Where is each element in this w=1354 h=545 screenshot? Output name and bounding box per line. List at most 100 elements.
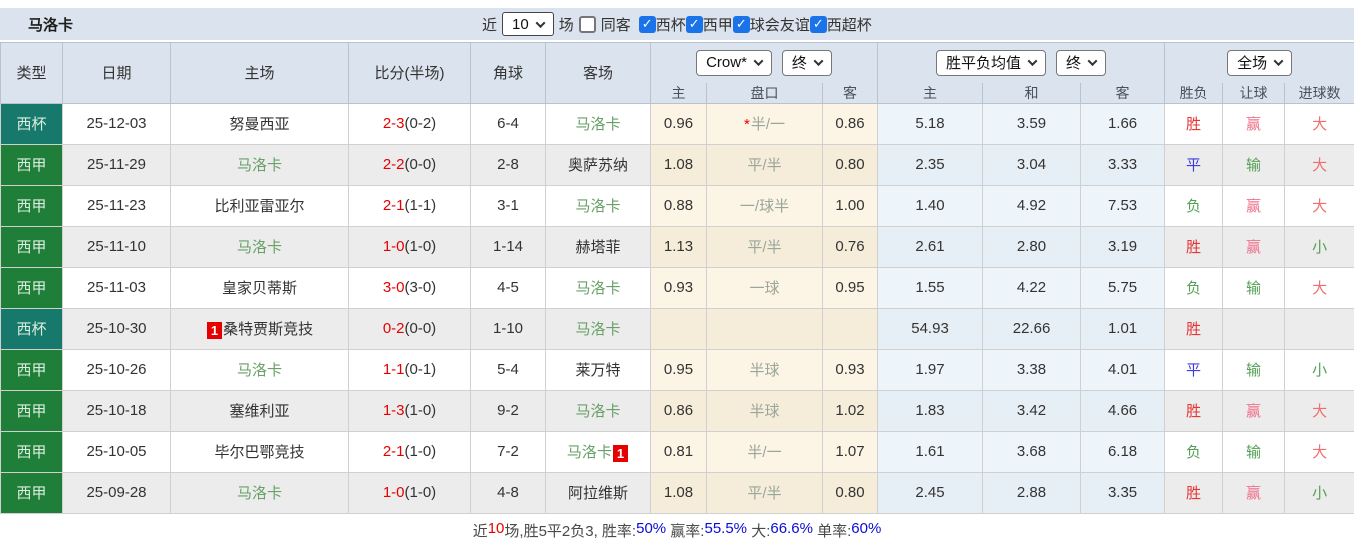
away-team-cell: 奥萨苏纳	[545, 143, 651, 186]
league-checkbox-4[interactable]	[809, 15, 827, 33]
match-row: 西甲 25-11-29 马洛卡 2-2(0-0) 2-8 奥萨苏纳 1.08 平/半 0.80 2…	[0, 143, 1354, 186]
league-checkbox-3[interactable]	[732, 15, 750, 33]
result-cell: 胜	[1164, 471, 1224, 514]
asia-home-odds-cell: 0.95	[650, 348, 707, 391]
handicap-result-cell: 输	[1222, 143, 1286, 186]
match-row: 西甲 25-09-28 马洛卡 1-0(1-0) 4-8 阿拉维斯 1.08 平/半 0.80 2…	[0, 471, 1354, 514]
half-score: (1-0)	[404, 402, 437, 419]
away-team-name: 马洛卡	[575, 198, 621, 215]
euro-draw-odds-cell: 22.66	[982, 307, 1082, 350]
sub-header-asia-away: 客	[821, 82, 879, 104]
bookmaker-select[interactable]: Crow*	[696, 49, 772, 76]
match-history-table: 类型 日期 主场 比分(半场) 角球 客场 Crow* 终 胜平负均值 终 全场…	[0, 42, 1354, 514]
euro-home-odds-cell: 1.83	[877, 389, 984, 432]
euro-draw-odds-cell: 3.04	[982, 143, 1082, 186]
score-cell: 2-2(0-0)	[348, 143, 471, 186]
euro-draw-odds-cell: 4.22	[982, 266, 1082, 309]
half-score: (0-0)	[404, 156, 437, 173]
away-team-name: 赫塔菲	[575, 239, 621, 256]
sub-header-handicap: 盘口	[706, 82, 823, 104]
euro-home-odds-cell: 1.61	[877, 430, 984, 473]
result-cell: 胜	[1164, 389, 1224, 432]
handicap-cell: 半球	[706, 389, 823, 432]
home-team-cell: 1 桑特贾斯竞技	[170, 307, 349, 350]
sub-header-euro-away: 客	[1080, 82, 1166, 104]
full-score: 0-2	[382, 320, 405, 337]
summary-segment: 场,胜5平2负3, 胜率:	[504, 523, 637, 540]
corner-cell: 3-1	[470, 184, 546, 227]
away-team-cell: 马洛卡	[545, 184, 651, 227]
same-venue-checkbox[interactable]	[578, 15, 596, 33]
euro-away-odds-cell: 3.19	[1080, 225, 1166, 268]
summary-segment: 66.6%	[770, 520, 813, 537]
result-cell: 平	[1164, 348, 1224, 391]
handicap-result-cell: 赢	[1222, 184, 1286, 227]
asia-home-odds-cell: 1.13	[650, 225, 707, 268]
team-matches-page: 马洛卡 近 10 场 同客 西杯西甲球会友谊西超杯 类型 日期 主场 比分(半	[0, 0, 1354, 545]
euro-odds-time-select[interactable]: 终	[1056, 49, 1107, 76]
euro-away-odds-cell: 3.33	[1080, 143, 1166, 186]
full-score: 2-2	[382, 156, 405, 173]
euro-away-odds-cell: 1.01	[1080, 307, 1166, 350]
handicap-cell	[706, 307, 823, 350]
euro-company-select[interactable]: 胜平负均值	[936, 49, 1047, 76]
match-type-cell: 西杯	[0, 102, 63, 145]
full-score: 1-0	[382, 238, 405, 255]
match-type-cell: 西甲	[0, 225, 63, 268]
result-cell: 平	[1164, 143, 1224, 186]
euro-away-odds-cell: 3.35	[1080, 471, 1166, 514]
half-score: (1-0)	[404, 238, 437, 255]
league-checkbox-2[interactable]	[685, 15, 703, 33]
chevron-down-icon	[753, 56, 764, 67]
euro-home-odds-cell: 1.40	[877, 184, 984, 227]
home-team-cell: 马洛卡	[170, 471, 349, 514]
match-row: 西甲 25-11-03 皇家贝蒂斯 3-0(3-0) 4-5 马洛卡 0.93 一球 0.95 1…	[0, 266, 1354, 309]
scope-select[interactable]: 全场	[1227, 49, 1293, 76]
match-row: 西甲 25-10-18 塞维利亚 1-3(1-0) 9-2 马洛卡 0.86 半球 1.02 1.…	[0, 389, 1354, 432]
corner-cell: 5-4	[470, 348, 546, 391]
asia-home-odds-cell: 1.08	[650, 471, 707, 514]
euro-home-odds-cell: 54.93	[877, 307, 984, 350]
home-team-cell: 马洛卡	[170, 225, 349, 268]
asia-away-odds-cell: 0.80	[821, 143, 879, 186]
home-team-cell: 马洛卡	[170, 348, 349, 391]
euro-away-odds-cell: 5.75	[1080, 266, 1166, 309]
away-team-name: 马洛卡	[575, 403, 621, 420]
summary-segment: 55.5%	[704, 520, 748, 537]
asia-home-odds-cell: 0.93	[650, 266, 707, 309]
date-cell: 25-12-03	[62, 102, 171, 145]
col-header-corner: 角球	[470, 42, 546, 104]
corner-cell: 7-2	[470, 430, 546, 473]
euro-odds-header-group: 胜平负均值 终	[877, 42, 1166, 83]
sub-header-euro-draw: 和	[982, 82, 1082, 104]
league-checkbox-1[interactable]	[638, 15, 656, 33]
result-cell: 负	[1164, 184, 1224, 227]
recent-count-select[interactable]: 10	[502, 12, 554, 36]
handicap-cell: 一/球半	[706, 184, 823, 227]
away-team-cell: 马洛卡	[545, 102, 651, 145]
match-type-cell: 西杯	[0, 307, 63, 350]
corner-cell: 6-4	[470, 102, 546, 145]
euro-draw-odds-cell: 3.59	[982, 102, 1082, 145]
chevron-down-icon	[1087, 56, 1098, 67]
asia-away-odds-cell: 0.95	[821, 266, 879, 309]
chevron-down-icon	[535, 17, 546, 28]
match-row: 西甲 25-10-26 马洛卡 1-1(0-1) 5-4 莱万特 0.95 半球 0.93 1.9…	[0, 348, 1354, 391]
asia-away-odds-cell: 0.76	[821, 225, 879, 268]
sub-header-asia-home: 主	[650, 82, 707, 104]
handicap-cell: 半球	[706, 348, 823, 391]
asia-away-odds-cell: 0.93	[821, 348, 879, 391]
euro-draw-odds-cell: 3.38	[982, 348, 1082, 391]
corner-cell: 4-8	[470, 471, 546, 514]
score-cell: 3-0(3-0)	[348, 266, 471, 309]
asia-odds-time-select[interactable]: 终	[781, 49, 832, 76]
goals-result-cell	[1284, 307, 1354, 350]
away-team-name: 马洛卡	[575, 280, 621, 297]
handicap-cell: 平/半	[706, 225, 823, 268]
goals-result-cell: 小	[1284, 348, 1354, 391]
date-cell: 25-10-30	[62, 307, 171, 350]
col-header-date: 日期	[62, 42, 171, 104]
asia-home-odds-cell: 0.88	[650, 184, 707, 227]
date-cell: 25-11-10	[62, 225, 171, 268]
full-score: 2-3	[382, 115, 405, 132]
